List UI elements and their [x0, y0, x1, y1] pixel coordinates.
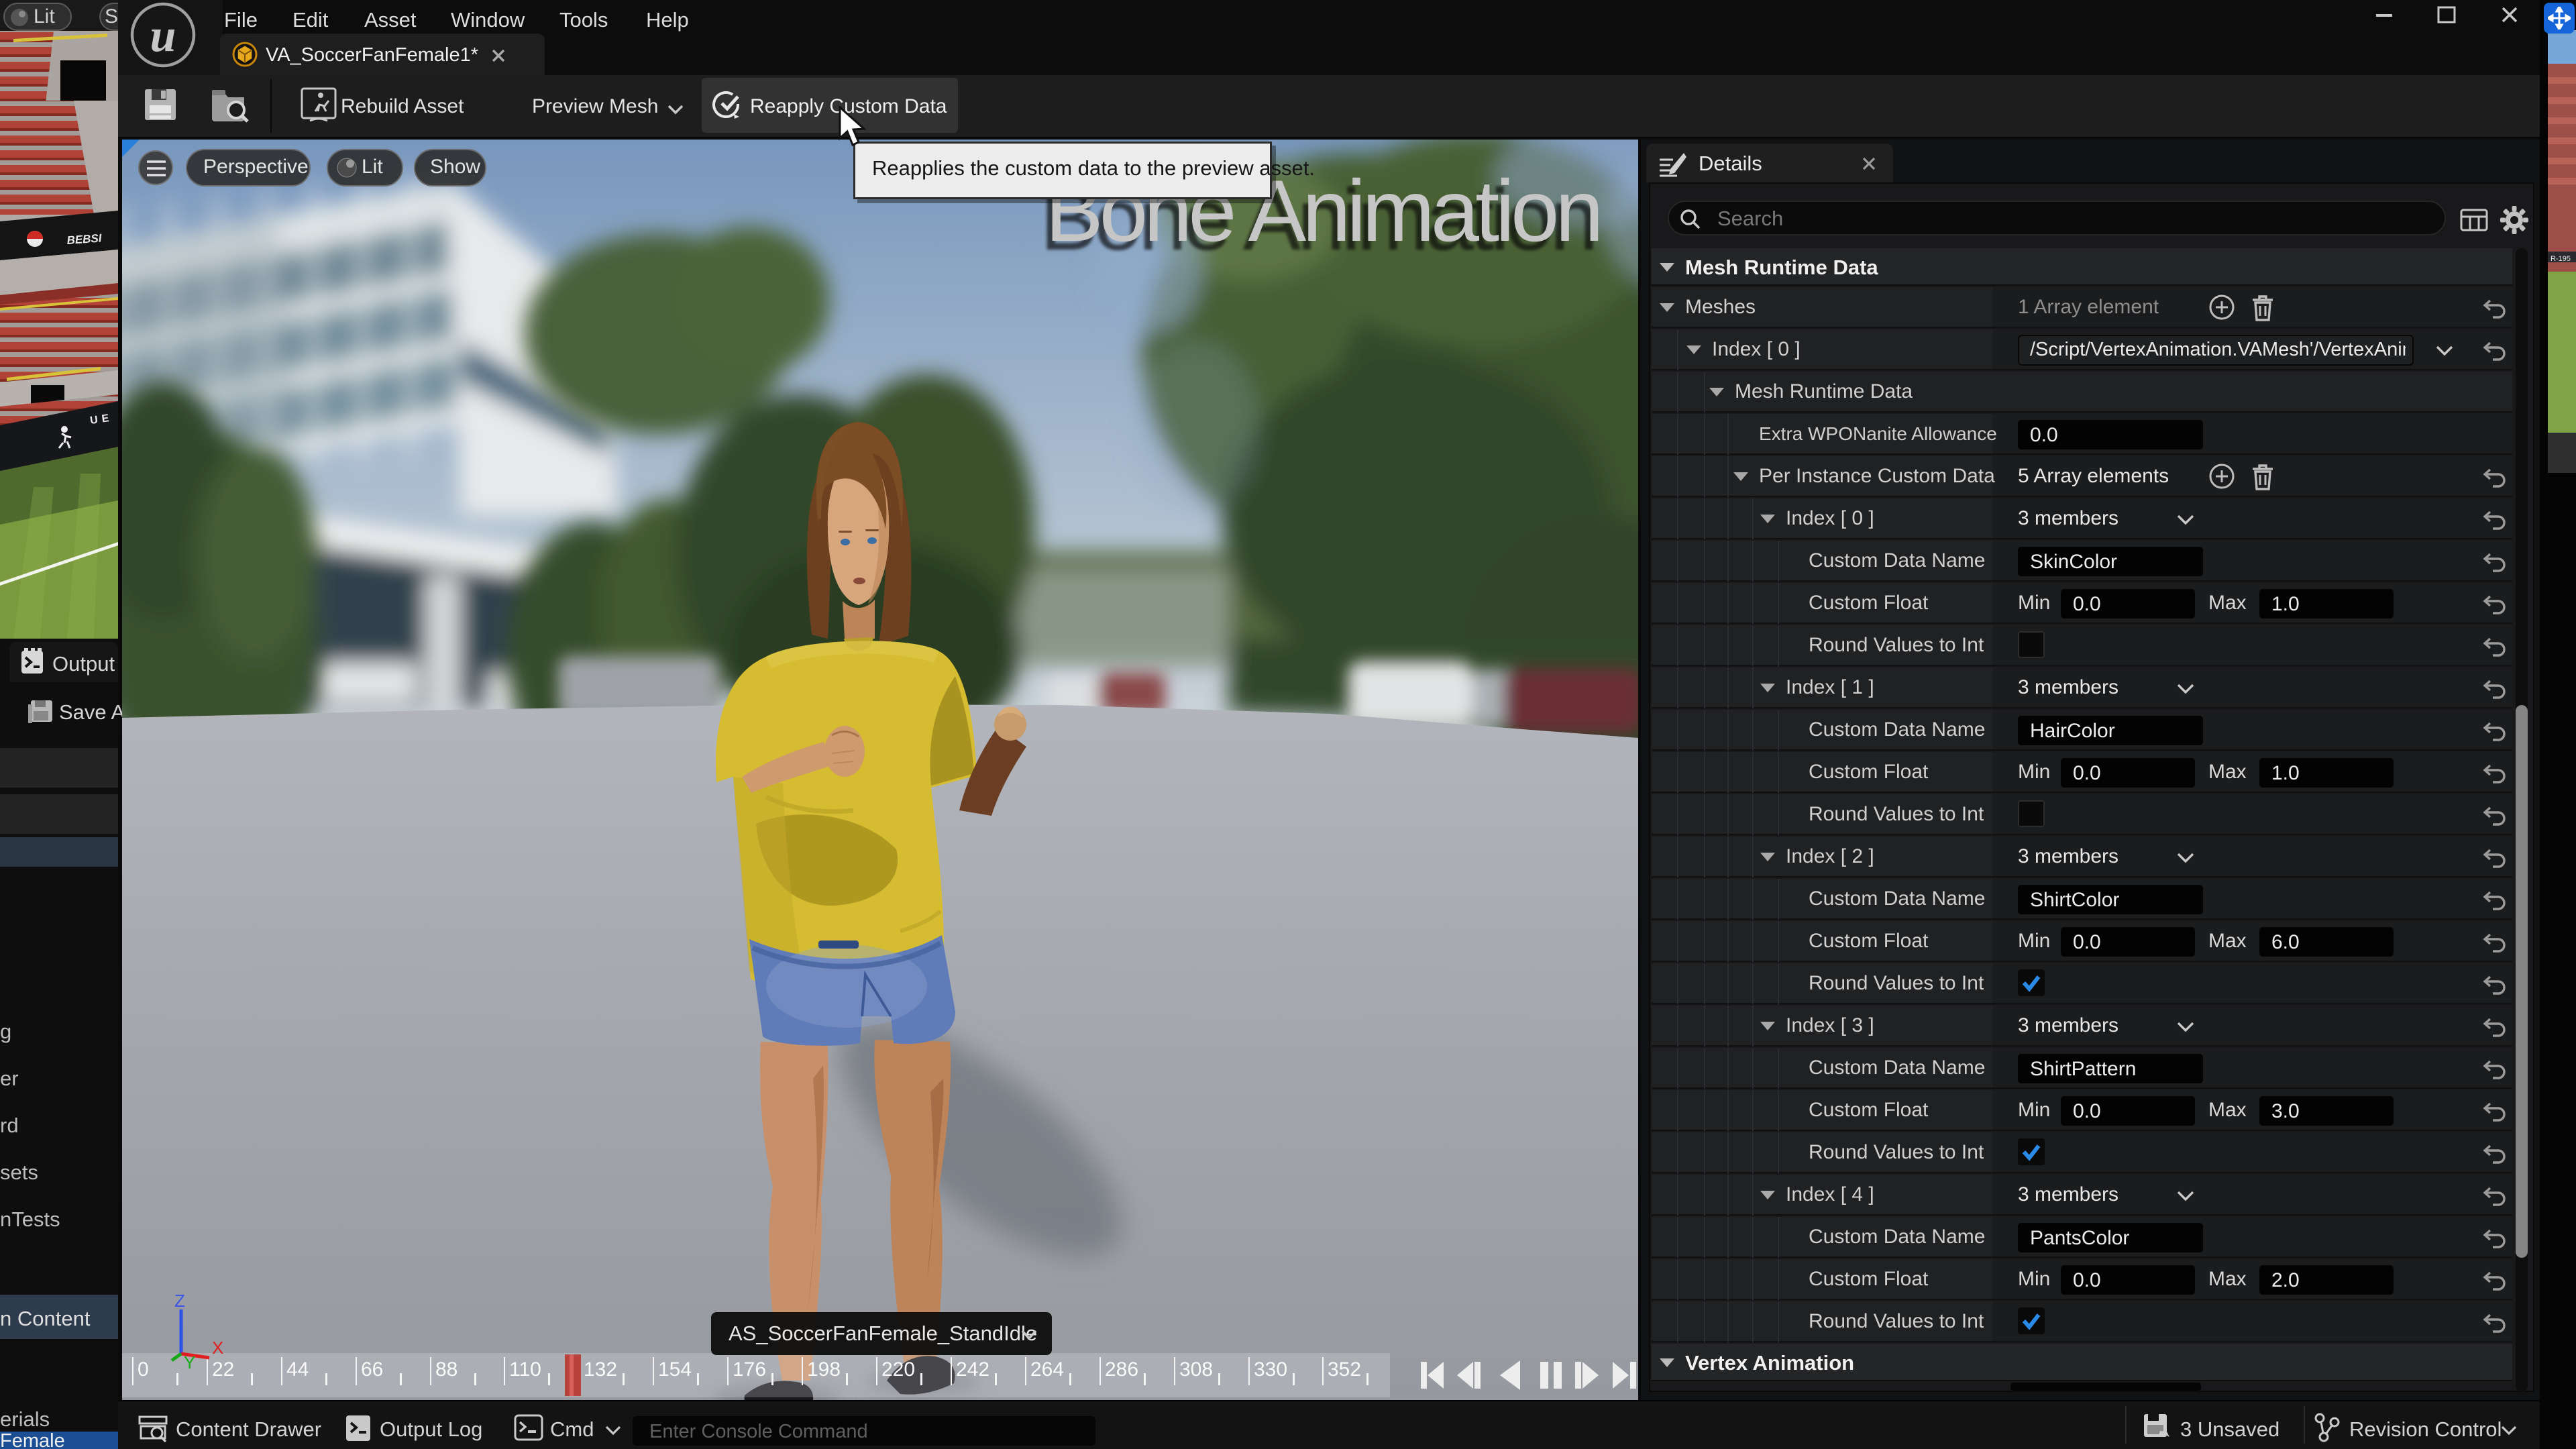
svg-text:BEBSI: BEBSI: [66, 231, 103, 247]
svg-text:Y: Y: [184, 1352, 195, 1368]
svg-text:X: X: [212, 1338, 223, 1358]
svg-text:u: u: [150, 10, 176, 62]
svg-text:R-195: R-195: [2551, 255, 2571, 263]
svg-text:Z: Z: [174, 1295, 185, 1311]
